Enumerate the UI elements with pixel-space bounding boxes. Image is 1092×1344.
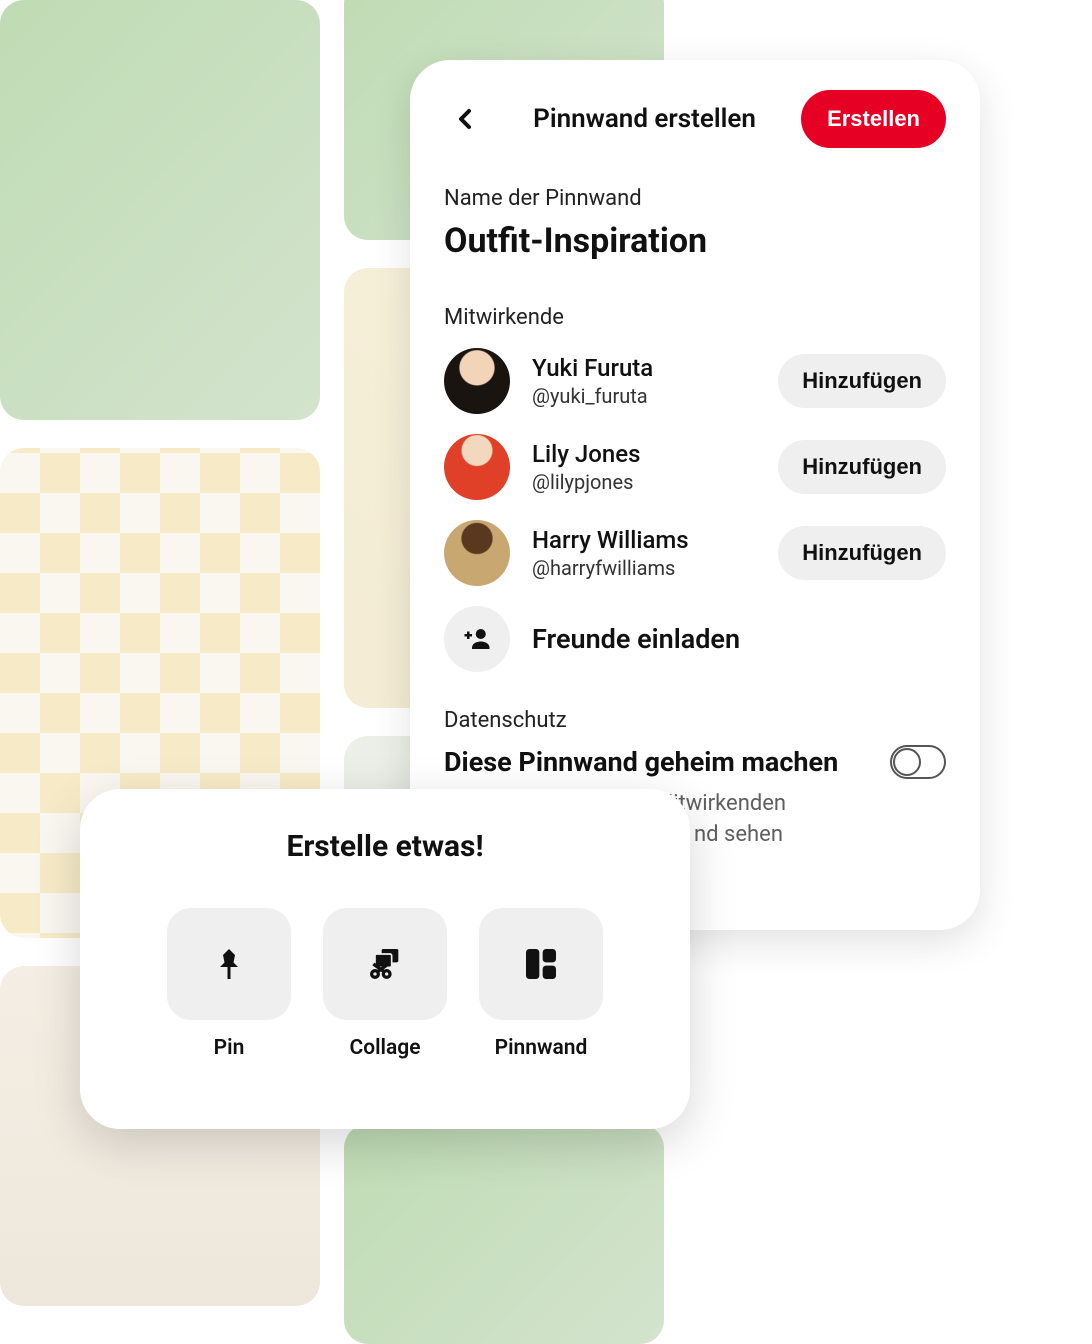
collaborator-name: Harry Williams xyxy=(532,526,756,554)
collaborator-info: Yuki Furuta @yuki_furuta xyxy=(532,354,756,408)
create-option-pin[interactable]: Pin xyxy=(167,908,291,1060)
collaborator-name: Yuki Furuta xyxy=(532,354,756,382)
privacy-row: Diese Pinnwand geheim machen xyxy=(444,745,946,779)
invite-friends-label: Freunde einladen xyxy=(532,623,740,655)
create-option-board[interactable]: Pinnwand xyxy=(479,908,603,1060)
add-collaborator-button[interactable]: Hinzufügen xyxy=(778,440,946,494)
privacy-title: Diese Pinnwand geheim machen xyxy=(444,746,838,778)
option-tile xyxy=(479,908,603,1020)
collaborator-name: Lily Jones xyxy=(532,440,756,468)
board-name-value[interactable]: Outfit-Inspiration xyxy=(444,221,946,261)
option-label: Pinnwand xyxy=(495,1036,588,1060)
popup-title: Erstelle etwas! xyxy=(124,829,646,864)
invite-icon-wrap xyxy=(444,606,510,672)
collaborators-label: Mitwirkende xyxy=(444,305,946,330)
option-label: Collage xyxy=(349,1036,420,1060)
avatar xyxy=(444,434,510,500)
privacy-section-label: Datenschutz xyxy=(444,708,946,733)
collaborator-handle: @harryfwilliams xyxy=(532,556,756,580)
collage-scissors-icon xyxy=(365,944,405,984)
collaborator-handle: @yuki_furuta xyxy=(532,384,756,408)
collaborator-handle: @lilypjones xyxy=(532,470,756,494)
toggle-knob xyxy=(893,748,921,776)
create-button[interactable]: Erstellen xyxy=(801,90,946,148)
collaborator-info: Lily Jones @lilypjones xyxy=(532,440,756,494)
create-options-row: Pin Collage xyxy=(124,908,646,1060)
chevron-left-icon xyxy=(454,107,478,131)
avatar xyxy=(444,520,510,586)
feed-tile xyxy=(0,0,320,420)
modal-header: Pinnwand erstellen Erstellen xyxy=(444,90,946,148)
create-option-collage[interactable]: Collage xyxy=(323,908,447,1060)
option-tile xyxy=(323,908,447,1020)
board-icon xyxy=(521,944,561,984)
add-collaborator-button[interactable]: Hinzufügen xyxy=(778,354,946,408)
back-button[interactable] xyxy=(444,97,488,141)
invite-friends-row[interactable]: Freunde einladen xyxy=(444,606,946,672)
board-name-label: Name der Pinnwand xyxy=(444,186,946,211)
option-label: Pin xyxy=(214,1036,245,1060)
pin-icon xyxy=(211,946,247,982)
avatar xyxy=(444,348,510,414)
create-something-popup: Erstelle etwas! Pin xyxy=(80,789,690,1129)
option-tile xyxy=(167,908,291,1020)
collaborator-row: Harry Williams @harryfwilliams Hinzufüge… xyxy=(444,520,946,586)
modal-title: Pinnwand erstellen xyxy=(488,104,801,134)
collaborator-row: Lily Jones @lilypjones Hinzufügen xyxy=(444,434,946,500)
add-collaborator-button[interactable]: Hinzufügen xyxy=(778,526,946,580)
collaborator-row: Yuki Furuta @yuki_furuta Hinzufügen xyxy=(444,348,946,414)
collaborator-info: Harry Williams @harryfwilliams xyxy=(532,526,756,580)
privacy-toggle[interactable] xyxy=(890,745,946,779)
person-add-icon xyxy=(462,624,492,654)
feed-tile xyxy=(344,1124,664,1344)
